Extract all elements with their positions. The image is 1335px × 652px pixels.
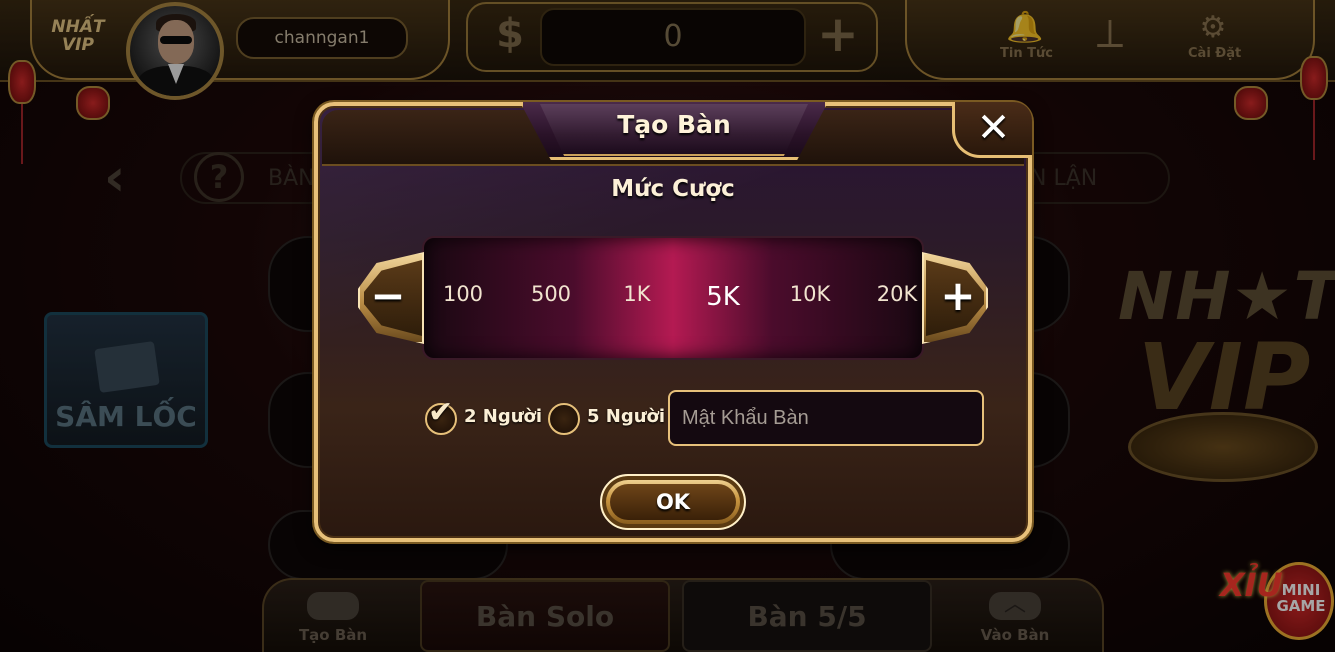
ok-button-label: OK xyxy=(655,490,691,514)
bet-option-selected[interactable]: 5K xyxy=(688,282,758,312)
close-icon: ✕ xyxy=(976,105,1011,151)
bet-level-title: Mức Cược xyxy=(611,176,735,202)
dialog-title: Tạo Bàn xyxy=(617,110,731,139)
minus-icon: − xyxy=(370,271,406,320)
bet-option[interactable]: 500 xyxy=(516,282,586,312)
bet-option[interactable]: 100 xyxy=(428,282,498,312)
bet-option[interactable]: 10K xyxy=(775,282,845,312)
table-password-input[interactable] xyxy=(668,390,984,446)
ok-button[interactable]: OK xyxy=(600,474,746,530)
bet-option[interactable]: 20K xyxy=(862,282,932,312)
close-button[interactable]: ✕ xyxy=(952,102,1032,158)
radio-2-players-label[interactable]: 2 Người xyxy=(464,406,542,432)
radio-5-players-label[interactable]: 5 Người xyxy=(587,406,665,432)
plus-icon: + xyxy=(940,271,976,320)
radio-5-players[interactable] xyxy=(548,403,580,435)
bet-option[interactable]: 1K xyxy=(602,282,672,312)
checkmark-icon: ✔ xyxy=(428,395,454,430)
